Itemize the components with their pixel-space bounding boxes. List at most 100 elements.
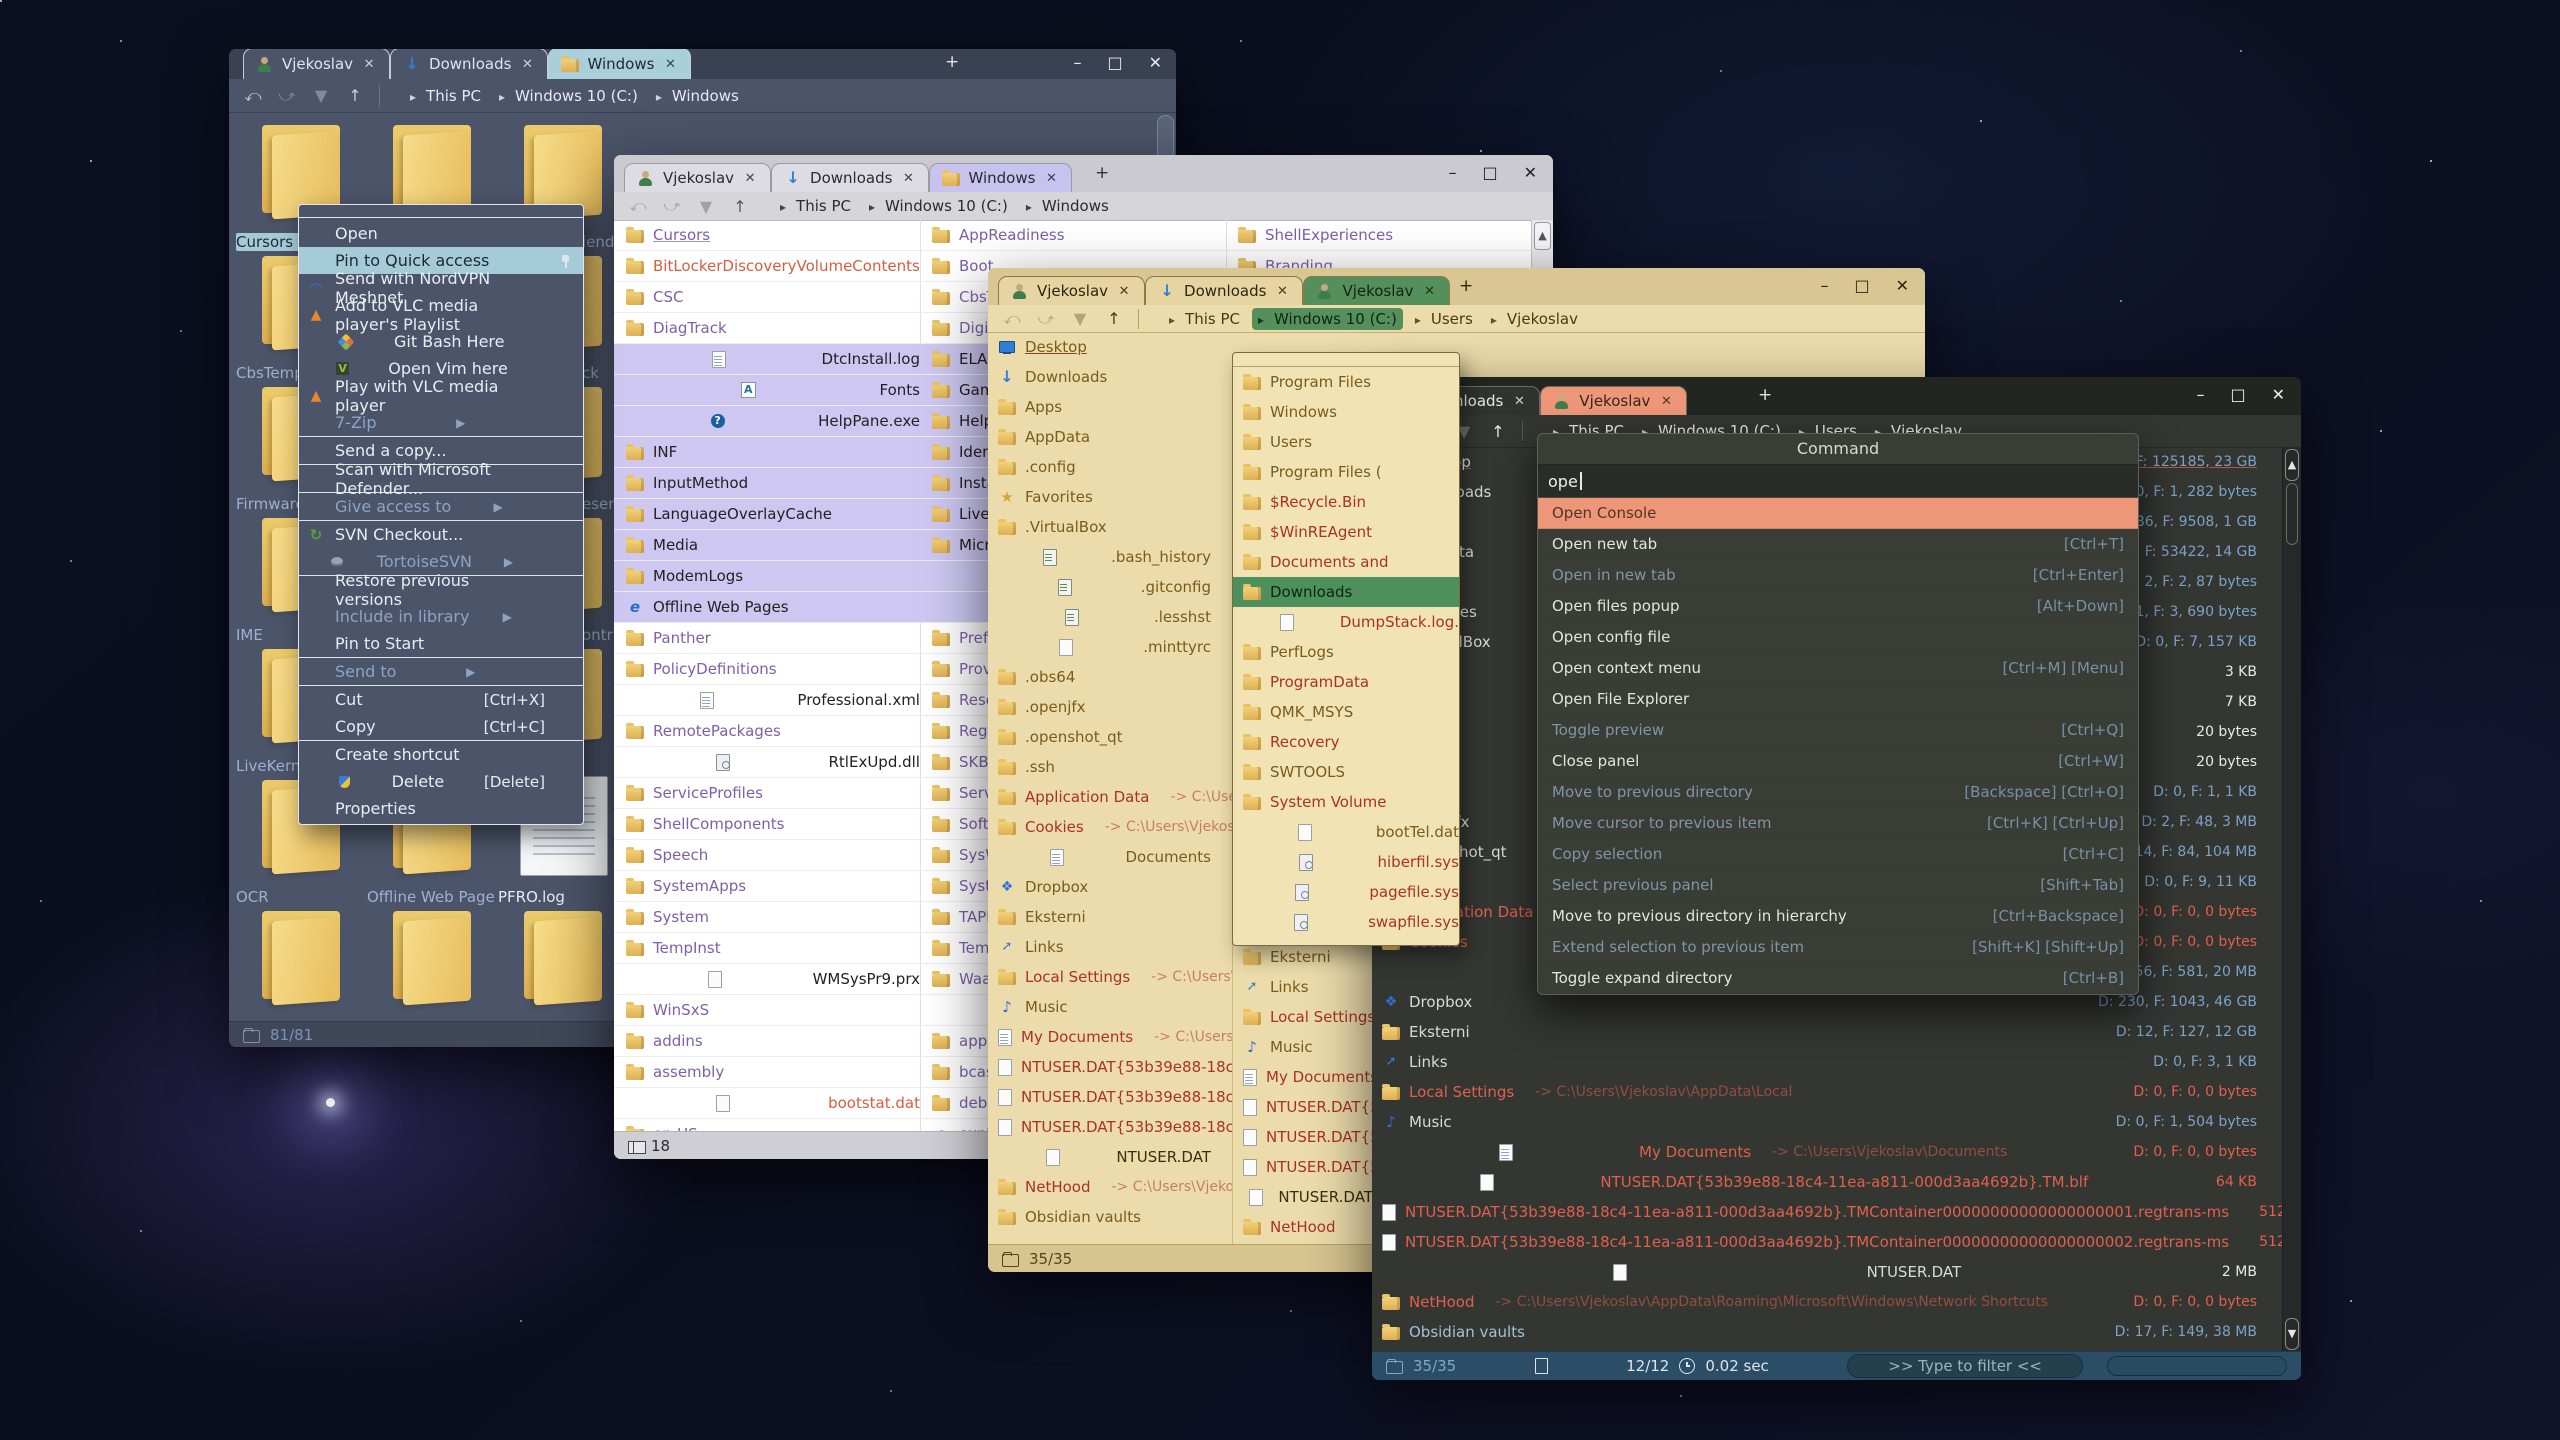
maximize-button[interactable]: □	[2230, 385, 2245, 404]
file-row[interactable]: .lesshst	[988, 602, 1232, 632]
command-item[interactable]: Open in new tab [Ctrl+Enter]	[1538, 560, 2138, 591]
command-item[interactable]: Select previous panel [Shift+Tab]	[1538, 870, 2138, 901]
file-row[interactable]: NTUSER.DAT 2 MB	[1372, 1257, 2283, 1287]
command-item[interactable]: Open new tab [Ctrl+T]	[1538, 529, 2138, 560]
dropdown-item[interactable]: pagefile.sys	[1233, 877, 1459, 907]
file-row[interactable]: My Documents -> C:\Users\Vjekosl	[988, 1022, 1232, 1052]
command-item[interactable]: Toggle preview [Ctrl+Q]	[1538, 715, 2138, 746]
new-tab-button[interactable]: +	[1758, 385, 1772, 405]
dropdown-item[interactable]: bootTel.dat	[1233, 817, 1459, 847]
folder-icon[interactable]	[258, 121, 344, 217]
file-row[interactable]: Cursors	[614, 220, 920, 251]
file-row[interactable]: bootstat.dat	[614, 1088, 920, 1119]
command-item[interactable]: Open context menu [Ctrl+M] [Menu]	[1538, 653, 2138, 684]
breadcrumb-segment[interactable]: Vjekoslav	[1485, 308, 1584, 330]
dropdown-item[interactable]: Downloads	[1233, 577, 1459, 607]
file-row[interactable]: AppReadiness	[920, 220, 1226, 251]
tab[interactable]: Vjekoslav ✕	[998, 276, 1145, 305]
back-icon[interactable]: ⤺	[243, 86, 263, 106]
close-button[interactable]: ✕	[1896, 276, 1909, 295]
file-row[interactable]: NTUSER.DAT{53b39e88-18c4-11ea-a811-000d3…	[988, 1112, 1232, 1142]
file-row[interactable]: NTUSER.DAT{53b	[1233, 1122, 1373, 1152]
file-row[interactable]: Apps	[988, 392, 1232, 422]
file-row[interactable]: NTUSER.DAT	[988, 1142, 1232, 1172]
file-row[interactable]: .bash_history	[988, 542, 1232, 572]
file-row[interactable]: Eksterni D: 12, F: 127, 12 GB	[1372, 1017, 2283, 1047]
tab[interactable]: Downloads ✕	[390, 49, 548, 79]
close-button[interactable]: ✕	[2272, 385, 2285, 404]
forward-icon[interactable]: ⤻	[662, 196, 682, 216]
file-row[interactable]: NTUSER.DAT{53b39e88-18c4-11ea-a811-000d3…	[1372, 1197, 2283, 1227]
file-row[interactable]: .minttyrc	[988, 632, 1232, 662]
type-to-filter-button[interactable]: >> Type to filter <<	[1847, 1354, 2083, 1378]
history-dropdown-icon[interactable]: ▼	[696, 197, 716, 216]
tab[interactable]: Vjekoslav ✕	[243, 49, 390, 79]
tab-close-icon[interactable]: ✕	[1658, 394, 1674, 409]
folder-icon[interactable]	[520, 121, 606, 217]
file-row[interactable]: Obsidian vaults	[988, 1202, 1232, 1232]
forward-icon[interactable]: ⤻	[1036, 309, 1056, 329]
dropdown-item[interactable]: $WinREAgent	[1233, 517, 1459, 547]
breadcrumb-segment[interactable]: This PC	[404, 85, 487, 107]
folder-icon[interactable]	[520, 907, 606, 1003]
tab-close-icon[interactable]: ✕	[900, 171, 916, 186]
minimize-button[interactable]: –	[1448, 163, 1456, 182]
command-item[interactable]: Open Console	[1538, 498, 2138, 529]
dropdown-item[interactable]: Program Files	[1233, 367, 1459, 397]
file-row[interactable]: .gitconfig	[988, 572, 1232, 602]
file-row[interactable]: assembly	[614, 1057, 920, 1088]
tab-close-icon[interactable]: ✕	[662, 57, 678, 72]
file-row[interactable]: Dropbox	[988, 872, 1232, 902]
file-row[interactable]: RemotePackages	[614, 716, 920, 747]
breadcrumb-segment[interactable]: Users	[1409, 308, 1479, 330]
file-row[interactable]: Application Data -> C:\Users\Vje	[988, 782, 1232, 812]
file-row[interactable]: RtlExUpd.dll	[614, 747, 920, 778]
breadcrumb-segment[interactable]: This PC	[774, 195, 857, 217]
file-row[interactable]: Fonts	[614, 375, 920, 406]
breadcrumb-segment[interactable]: This PC	[1163, 308, 1246, 330]
scroll-down-icon[interactable]: ▼	[2285, 1318, 2299, 1350]
tab-close-icon[interactable]: ✕	[519, 57, 535, 72]
file-row[interactable]: addins	[614, 1026, 920, 1057]
maximize-button[interactable]: □	[1107, 53, 1122, 72]
context-menu-item[interactable]: Send to ▶	[299, 658, 583, 686]
minimize-button[interactable]: –	[1073, 53, 1081, 72]
history-dropdown-icon[interactable]: ▼	[1070, 309, 1090, 328]
tab[interactable]: Vjekoslav ✕	[1303, 276, 1450, 305]
file-row[interactable]: ShellComponents	[614, 809, 920, 840]
context-menu-item[interactable]: Cut [Ctrl+X]	[299, 686, 583, 713]
file-row[interactable]: Downloads	[988, 362, 1232, 392]
minimize-button[interactable]: –	[1820, 276, 1828, 295]
history-dropdown-icon[interactable]: ▼	[311, 86, 331, 105]
file-row[interactable]: Eksterni	[1233, 942, 1373, 972]
file-row[interactable]: NTUSER.DAT{53b39e88-18c4-11ea-a811-000d3…	[988, 1052, 1232, 1082]
breadcrumb-segment[interactable]: Windows	[1020, 195, 1115, 217]
tab-close-icon[interactable]: ✕	[1116, 284, 1132, 299]
file-row[interactable]: NTUSER.DAT{53b	[1233, 1092, 1373, 1122]
tab[interactable]: Downloads ✕	[1145, 276, 1303, 305]
context-menu-item[interactable]: Properties	[299, 795, 583, 822]
file-row[interactable]: Favorites	[988, 482, 1232, 512]
file-row[interactable]: NTUSER.DAT	[1233, 1182, 1373, 1212]
file-row[interactable]: .openjfx	[988, 692, 1232, 722]
file-row[interactable]: ShellExperiences	[1226, 220, 1532, 251]
dropdown-item[interactable]: DumpStack.log.	[1233, 607, 1459, 637]
file-row[interactable]: Obsidian vaults D: 17, F: 149, 38 MB	[1372, 1317, 2283, 1347]
breadcrumb-segment[interactable]: Windows 10 (C:)	[493, 85, 644, 107]
file-row[interactable]: My Documents -> C:\Users\Vjekoslav\Docum…	[1372, 1137, 2283, 1167]
close-button[interactable]: ✕	[1149, 53, 1162, 72]
forward-icon[interactable]: ⤻	[277, 86, 297, 106]
file-row[interactable]: .openshot_qt	[988, 722, 1232, 752]
dropdown-item[interactable]: swapfile.sys	[1233, 907, 1459, 937]
file-row[interactable]: Media	[614, 530, 920, 561]
tab-close-icon[interactable]: ✕	[361, 57, 377, 72]
context-menu-item[interactable]: Scan with Microsoft Defender...	[299, 465, 583, 493]
file-row[interactable]: WinSxS	[614, 995, 920, 1026]
dropdown-item[interactable]: ProgramData	[1233, 667, 1459, 697]
command-input[interactable]: ope	[1538, 464, 2138, 498]
up-icon[interactable]: ↑	[345, 86, 365, 105]
file-row[interactable]: TempInst	[614, 933, 920, 964]
file-row[interactable]: Documents	[988, 842, 1232, 872]
tab-close-icon[interactable]: ✕	[1511, 394, 1527, 409]
context-menu-item[interactable]: Copy [Ctrl+C]	[299, 713, 583, 741]
